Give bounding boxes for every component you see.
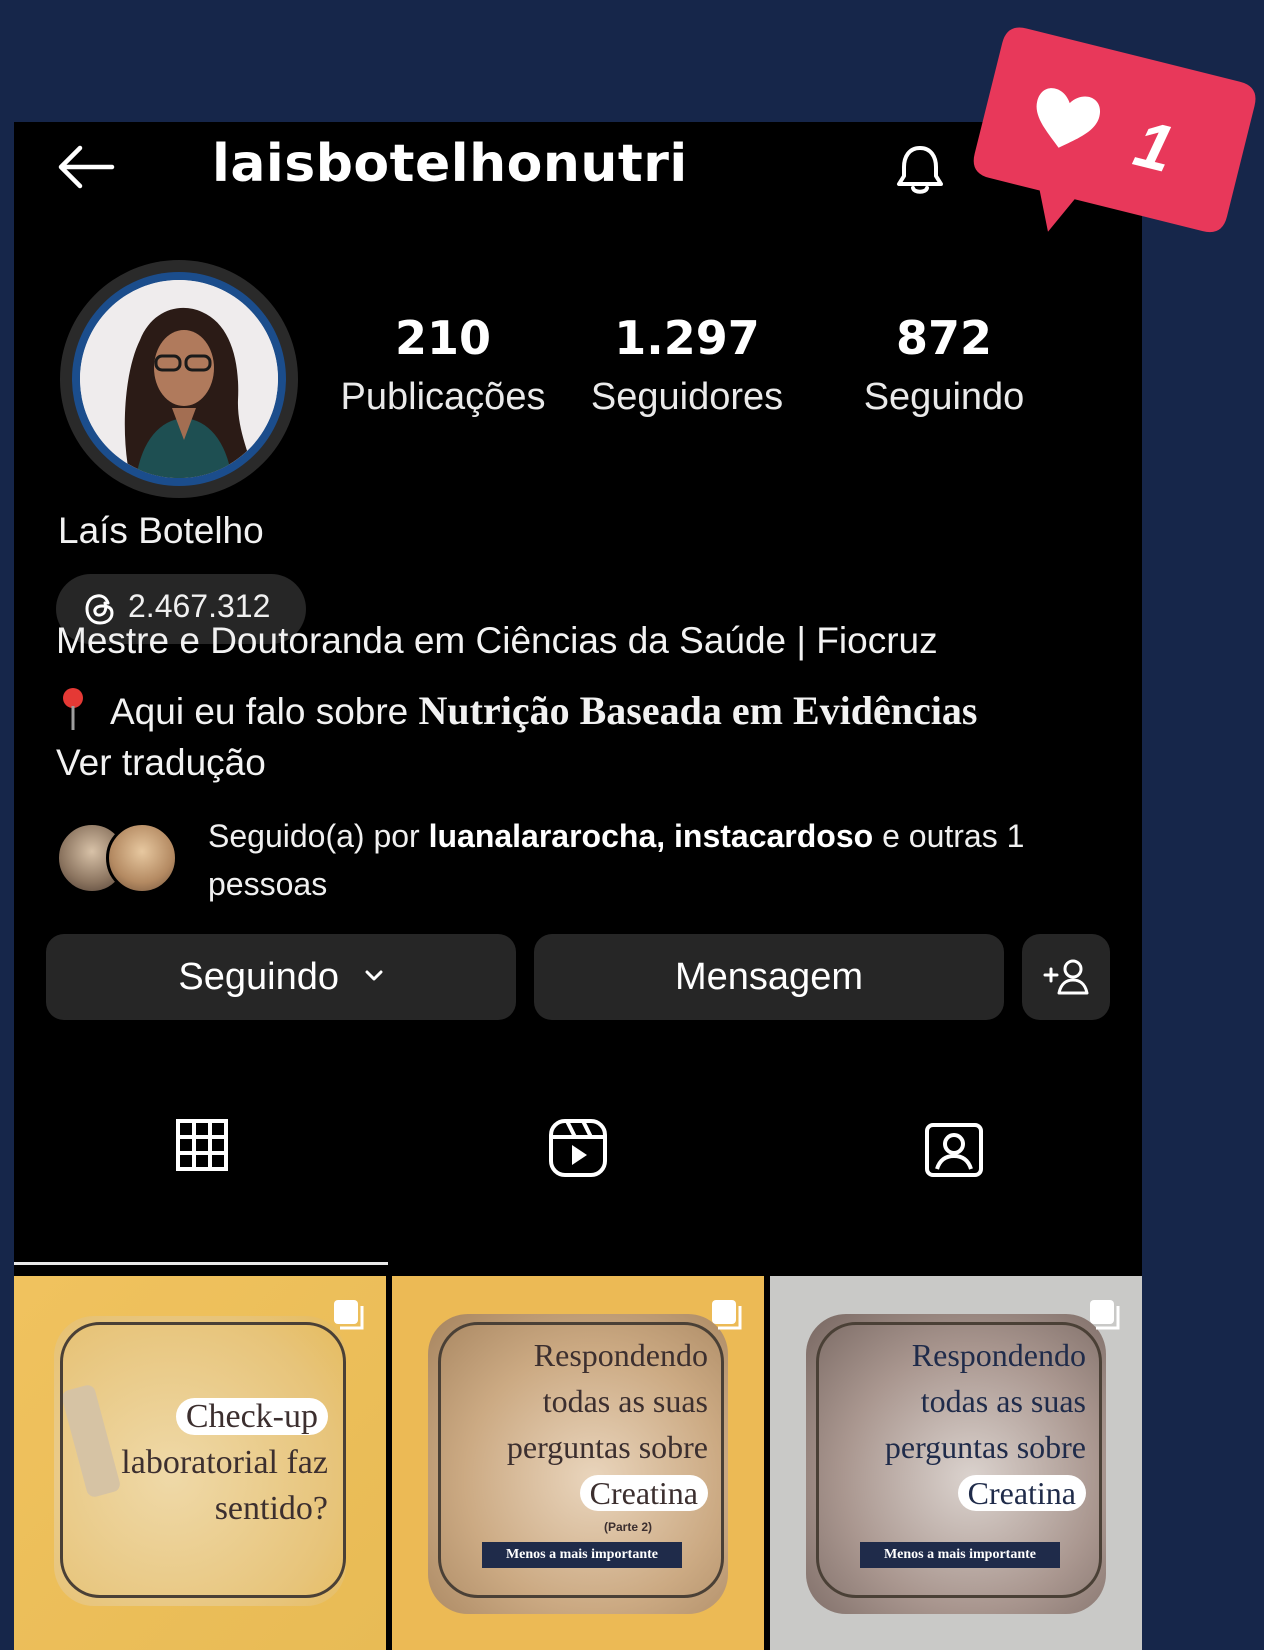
post-3-caption: Respondendo todas as suas perguntas sobr…	[885, 1332, 1086, 1516]
post-1-caption: Check-up laboratorial faz sentido?	[121, 1394, 328, 1532]
stat-followers[interactable]: 1.297 Seguidores	[580, 310, 794, 422]
stat-following-label: Seguindo	[863, 376, 1025, 418]
post-3-line-1: Respondendo	[911, 1337, 1086, 1373]
post-thumbnail[interactable]: Respondendo todas as suas perguntas sobr…	[770, 1276, 1142, 1650]
chevron-down-icon	[365, 970, 383, 981]
bio-line-2-prefix: Aqui eu falo sobre	[110, 691, 409, 732]
post-2-line-1: Respondendo	[533, 1337, 708, 1373]
bio-line-2: Aqui eu falo sobre Nutrição Baseada em E…	[56, 686, 977, 734]
add-person-icon	[1043, 959, 1089, 995]
tab-posts-grid[interactable]	[14, 1097, 390, 1195]
reels-icon	[549, 1119, 607, 1177]
post-2-tag: Menos a mais importante	[482, 1542, 682, 1568]
back-arrow-icon[interactable]	[56, 142, 116, 192]
post-2-caption: Respondendo todas as suas perguntas sobr…	[507, 1332, 708, 1516]
bio-line-1: Mestre e Doutoranda em Ciências da Saúde…	[56, 620, 938, 661]
post-thumbnail[interactable]: Respondendo todas as suas perguntas sobr…	[392, 1276, 764, 1650]
post-3-line-2: todas as suas	[920, 1383, 1086, 1419]
post-3-tag: Menos a mais importante	[860, 1542, 1060, 1568]
post-2-line-2: todas as suas	[542, 1383, 708, 1419]
active-tab-indicator	[14, 1262, 388, 1265]
pin-icon	[63, 688, 83, 730]
post-2-subtitle: (Parte 2)	[604, 1520, 653, 1534]
mutual-followers-avatars[interactable]	[56, 822, 186, 894]
followed-user-2[interactable]: instacardoso	[674, 818, 873, 854]
post-2-line-3: perguntas sobre	[506, 1429, 708, 1465]
followed-user-1[interactable]: luanalararocha	[429, 818, 657, 854]
stat-followers-value: 1.297	[614, 311, 760, 365]
stat-posts-value: 210	[394, 311, 492, 365]
post-thumbnail[interactable]: Check-up laboratorial faz sentido?	[14, 1276, 386, 1650]
following-button[interactable]: Seguindo	[46, 934, 516, 1020]
mutual-avatar-2	[106, 822, 178, 894]
post-3-line-3: perguntas sobre	[884, 1429, 1086, 1465]
see-translation-link[interactable]: Ver tradução	[56, 742, 266, 784]
stat-followers-label: Seguidores	[590, 376, 784, 418]
full-name: Laís Botelho	[58, 510, 264, 551]
avatar-photo	[80, 280, 278, 478]
following-button-label: Seguindo	[178, 956, 340, 998]
multiple-images-icon	[1090, 1300, 1120, 1330]
followed-prefix: Seguido(a) por	[208, 818, 420, 854]
tab-tagged[interactable]	[766, 1097, 1142, 1195]
followed-by-text[interactable]: Seguido(a) por luanalararocha, instacard…	[208, 812, 1108, 908]
post-3-line-4: Creatina	[957, 1475, 1086, 1511]
tagged-user-icon	[925, 1123, 983, 1177]
bio-line-2-bold: Nutrição Baseada em Evidências	[418, 688, 978, 733]
message-button[interactable]: Mensagem	[534, 934, 1004, 1020]
post-1-line-1: Check-up	[175, 1398, 328, 1435]
add-person-button[interactable]	[1022, 934, 1110, 1020]
bell-icon[interactable]	[890, 140, 950, 200]
profile-screen: laisbotelhonutri 210 Publicações 1.297 S…	[14, 122, 1142, 1650]
post-2-line-4: Creatina	[579, 1475, 708, 1511]
stat-posts[interactable]: 210 Publicações	[336, 310, 550, 422]
tab-reels[interactable]	[390, 1097, 766, 1195]
avatar-portrait	[80, 280, 278, 478]
post-1-line-2: laboratorial faz	[121, 1444, 328, 1481]
stat-posts-label: Publicações	[340, 376, 546, 418]
grid-icon	[176, 1119, 228, 1171]
comma: ,	[656, 818, 666, 854]
posts-grid: Check-up laboratorial faz sentido? Respo…	[14, 1276, 1142, 1650]
message-button-label: Mensagem	[675, 956, 863, 998]
stat-following[interactable]: 872 Seguindo	[844, 310, 1044, 422]
post-1-line-3: sentido?	[214, 1490, 328, 1527]
profile-tabs	[14, 1097, 1142, 1195]
avatar-border	[72, 272, 286, 486]
multiple-images-icon	[334, 1300, 364, 1330]
like-notification-badge: 1	[973, 27, 1256, 233]
multiple-images-icon	[712, 1300, 742, 1330]
stat-following-value: 872	[895, 311, 993, 365]
avatar[interactable]	[60, 260, 298, 498]
profile-username: laisbotelhonutri	[212, 134, 688, 194]
